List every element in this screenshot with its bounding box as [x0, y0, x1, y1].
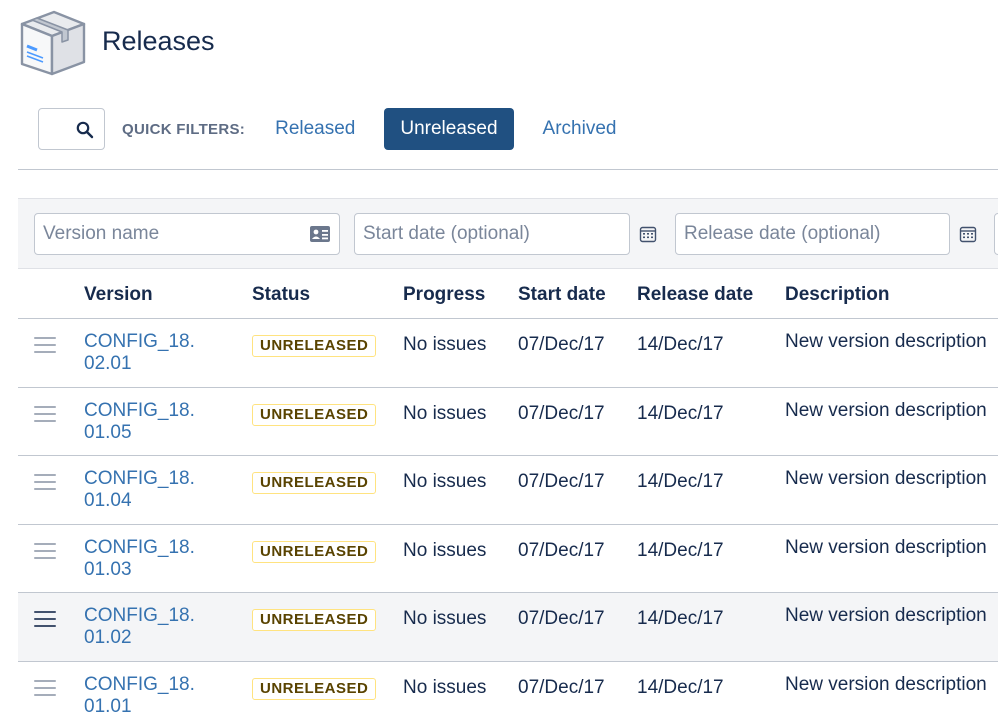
drag-handle-icon[interactable] [34, 542, 56, 561]
description-cell: New version description [785, 331, 987, 352]
version-link[interactable]: CONFIG_18. 01.02 [84, 605, 214, 649]
release-date-cell: 14/Dec/17 [637, 676, 724, 698]
description-cell: New version description [785, 673, 987, 695]
description-field[interactable] [994, 213, 998, 255]
box-icon [20, 10, 86, 76]
table-row: CONFIG_18. 02.01 UNRELEASED No issues 07/… [18, 319, 998, 388]
progress-cell: No issues [403, 471, 487, 492]
search-icon [76, 121, 94, 139]
progress-cell: No issues [403, 539, 487, 561]
status-badge: UNRELEASED [252, 609, 377, 631]
drag-handle-icon[interactable] [34, 679, 56, 698]
column-status: Status [252, 284, 311, 305]
drag-handle-icon[interactable] [34, 611, 56, 629]
version-name-field[interactable] [34, 213, 340, 255]
table-header: Version Status Progress Start date Relea… [18, 270, 998, 319]
start-date-cell: 07/Dec/17 [518, 402, 605, 424]
progress-cell: No issues [403, 334, 487, 355]
column-description: Description [785, 284, 890, 305]
version-link[interactable]: CONFIG_18. 01.01 [84, 674, 214, 718]
drag-handle-icon[interactable] [34, 405, 56, 424]
table-row: CONFIG_18. 01.03 UNRELEASED No issues 07/… [18, 525, 998, 593]
table-row: CONFIG_18. 01.05 UNRELEASED No issues 07/… [18, 388, 998, 456]
quick-filters-bar: QUICK FILTERS: Released Unreleased Archi… [38, 108, 616, 150]
version-link[interactable]: CONFIG_18. 01.03 [84, 537, 214, 581]
version-link[interactable]: CONFIG_18. 01.05 [84, 400, 214, 444]
start-date-cell: 07/Dec/17 [518, 539, 605, 561]
status-badge: UNRELEASED [252, 677, 377, 700]
release-date-input[interactable] [676, 214, 949, 254]
progress-cell: No issues [403, 608, 487, 629]
progress-cell: No issues [403, 402, 487, 424]
table-row: CONFIG_18. 01.02 UNRELEASED No issues 07/… [18, 593, 998, 662]
release-date-cell: 14/Dec/17 [637, 402, 724, 424]
status-badge: UNRELEASED [252, 335, 377, 357]
start-date-field[interactable] [354, 213, 630, 255]
column-start-date: Start date [518, 284, 606, 305]
start-date-cell: 07/Dec/17 [518, 676, 605, 698]
column-version[interactable]: Version [84, 284, 153, 306]
status-badge: UNRELEASED [252, 403, 377, 426]
description-cell: New version description [785, 399, 987, 421]
create-version-bar [18, 198, 998, 269]
filter-archived[interactable]: Archived [543, 118, 617, 140]
status-badge: UNRELEASED [252, 540, 377, 563]
drag-handle-icon[interactable] [34, 474, 56, 492]
page-title: Releases [102, 25, 215, 56]
versions-table: Version Status Progress Start date Relea… [18, 270, 998, 724]
version-name-input[interactable] [35, 214, 339, 254]
release-date-cell: 14/Dec/17 [637, 471, 724, 492]
column-progress: Progress [403, 284, 486, 305]
start-date-cell: 07/Dec/17 [518, 471, 605, 492]
id-card-icon [310, 226, 330, 242]
table-row: CONFIG_18. 01.01 UNRELEASED No issues 07/… [18, 662, 998, 724]
table-row: CONFIG_18. 01.04 UNRELEASED No issues 07/… [18, 456, 998, 525]
status-badge: UNRELEASED [252, 472, 377, 494]
divider [18, 169, 998, 170]
release-date-cell: 14/Dec/17 [637, 334, 724, 355]
start-date-calendar-icon[interactable] [639, 225, 657, 243]
release-date-field[interactable] [675, 213, 950, 255]
filter-search-input[interactable] [38, 108, 105, 150]
start-date-cell: 07/Dec/17 [518, 608, 605, 629]
progress-cell: No issues [403, 676, 487, 698]
release-date-cell: 14/Dec/17 [637, 608, 724, 629]
version-link[interactable]: CONFIG_18. 01.04 [84, 468, 214, 512]
page-header: Releases [18, 8, 215, 78]
start-date-input[interactable] [355, 214, 629, 254]
description-cell: New version description [785, 605, 987, 626]
filter-released[interactable]: Released [275, 118, 355, 140]
description-cell: New version description [785, 536, 987, 558]
version-link[interactable]: CONFIG_18. 02.01 [84, 331, 214, 375]
description-cell: New version description [785, 468, 987, 489]
drag-handle-icon[interactable] [34, 337, 56, 355]
column-release-date: Release date [637, 284, 754, 305]
filter-unreleased[interactable]: Unreleased [384, 108, 514, 150]
release-date-cell: 14/Dec/17 [637, 539, 724, 561]
start-date-cell: 07/Dec/17 [518, 334, 605, 355]
release-date-calendar-icon[interactable] [959, 225, 977, 243]
quick-filters-label: QUICK FILTERS: [122, 120, 246, 138]
